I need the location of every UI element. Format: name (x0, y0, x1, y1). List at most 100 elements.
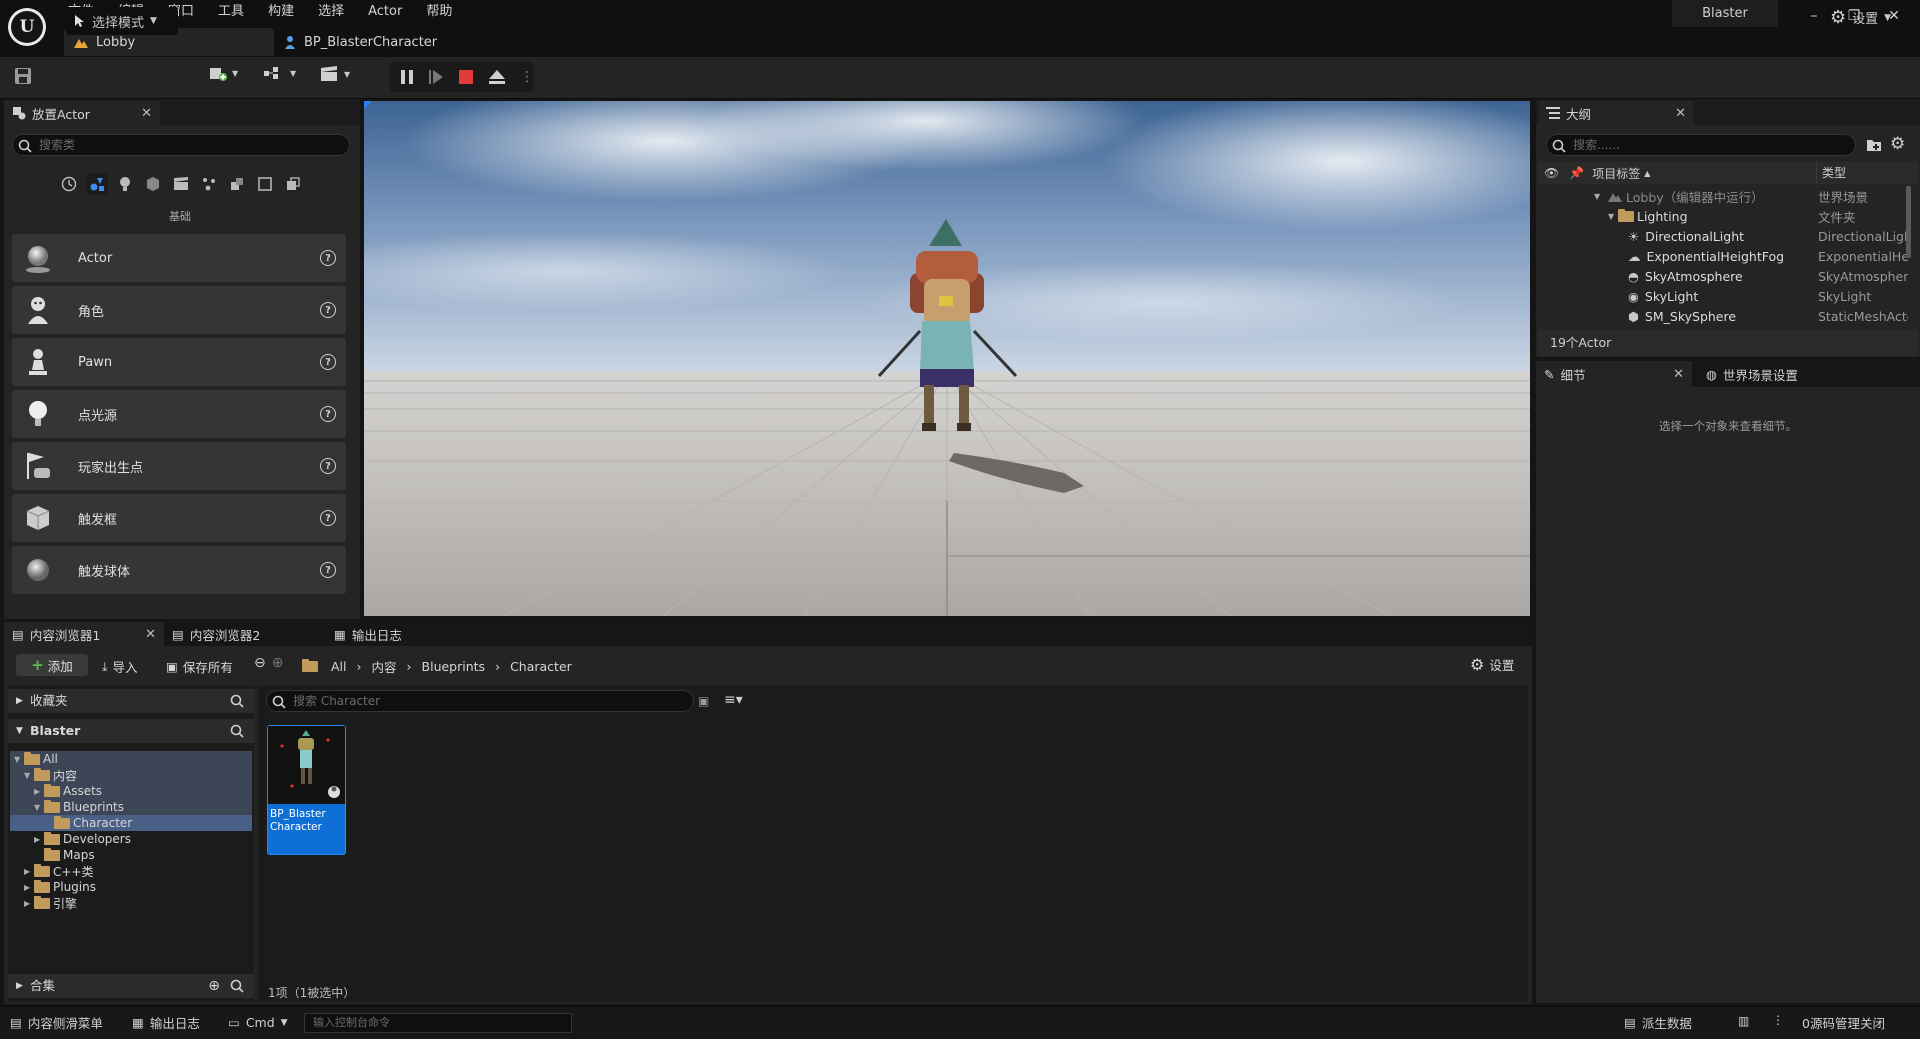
outliner-row-fog[interactable]: ☁ ExponentialHeightFog ExponentialHeight… (1538, 246, 1908, 266)
tree-item-engine[interactable]: ▶ 引擎 (10, 895, 252, 911)
help-icon[interactable]: ? (320, 510, 336, 526)
help-icon[interactable]: ? (320, 562, 336, 578)
level-viewport[interactable] (364, 101, 1530, 616)
tab-place-actors[interactable]: 放置Actor ✕ (4, 101, 160, 125)
tab-bp-blastercharacter[interactable]: BP_BlasterCharacter (274, 28, 484, 56)
save-search-icon[interactable]: ▣ (698, 694, 709, 708)
tree-item-cpp[interactable]: ▶ C++类 (10, 863, 252, 879)
tree-item-assets[interactable]: ▶ Assets (10, 783, 252, 799)
tab-world-settings[interactable]: ◍ 世界场景设置 (1698, 362, 1806, 386)
geometry-icon[interactable] (226, 173, 248, 195)
outliner-search-input[interactable]: 搜索...... (1546, 134, 1856, 156)
help-icon[interactable]: ? (320, 406, 336, 422)
tree-item-plugins[interactable]: ▶ Plugins (10, 879, 252, 895)
derived-data-button[interactable]: ▤ 派生数据 (1624, 1006, 1692, 1039)
save-icon[interactable] (14, 67, 32, 85)
more-options-icon[interactable]: ⋮ (1772, 1013, 1784, 1027)
blueprint-menu-button[interactable]: ▼ (264, 66, 296, 80)
tree-item-maps[interactable]: Maps (10, 847, 252, 863)
step-icon[interactable] (428, 69, 444, 85)
place-item-character[interactable]: 角色 ? (12, 286, 346, 334)
source-control-button[interactable]: 0源码管理关闭 (1802, 1006, 1885, 1039)
menu-build[interactable]: 构建 (256, 0, 306, 24)
help-icon[interactable]: ? (320, 354, 336, 370)
settings-button[interactable]: ⚙ 设置 ▼ (1830, 7, 1891, 28)
tree-item-developers[interactable]: ▶ Developers (10, 831, 252, 847)
menu-tools[interactable]: 工具 (206, 0, 256, 24)
outliner-row-lighting[interactable]: ▼ Lighting 文件夹 (1538, 206, 1908, 226)
tree-item-content[interactable]: ▼ 内容 (10, 767, 252, 783)
outliner-row-skysphere[interactable]: ⬢ SM_SkySphere StaticMeshActor (1538, 306, 1908, 326)
project-header[interactable]: ▼ Blaster (8, 719, 254, 743)
visual-effects-icon[interactable] (198, 173, 220, 195)
help-icon[interactable]: ? (320, 250, 336, 266)
console-command-input[interactable]: 输入控制台命令 (304, 1013, 572, 1033)
outliner-row-lobby[interactable]: ▼ Lobby（编辑器中运行） 世界场景 (1538, 186, 1908, 206)
place-item-actor[interactable]: Actor ? (12, 234, 346, 282)
eject-icon[interactable] (488, 69, 506, 85)
favorites-header[interactable]: ▶ 收藏夹 (8, 689, 254, 713)
cb-settings-button[interactable]: ⚙ 设置 (1470, 655, 1514, 674)
trace-icon[interactable]: ▥ (1738, 1014, 1749, 1028)
content-drawer-button[interactable]: ▤ 内容侧滑菜单 (10, 1006, 103, 1039)
place-item-player-start[interactable]: 玩家出生点 ? (12, 442, 346, 490)
shapes-icon[interactable] (142, 173, 164, 195)
back-icon[interactable]: ⊖ (254, 655, 266, 671)
asset-search-input[interactable]: 搜索 Character (266, 690, 694, 712)
lights-icon[interactable] (114, 173, 136, 195)
more-options-icon[interactable]: ⋮ (520, 69, 534, 85)
outliner-row-skyatmosphere[interactable]: ◓ SkyAtmosphere SkyAtmosphere (1538, 266, 1908, 286)
chevron-right-icon[interactable]: › (357, 659, 362, 674)
visibility-icon[interactable]: 👁 (1544, 166, 1559, 180)
pause-icon[interactable] (400, 69, 414, 85)
tab-output-log[interactable]: ▦ 输出日志 (326, 622, 410, 646)
select-mode-dropdown[interactable]: 选择模式 ▼ (66, 7, 178, 35)
place-item-trigger-sphere[interactable]: 触发球体 ? (12, 546, 346, 594)
basic-category-icon[interactable] (86, 173, 108, 195)
menu-help[interactable]: 帮助 (414, 0, 464, 24)
unreal-logo-icon[interactable]: U (8, 8, 46, 46)
tab-content-browser-1[interactable]: ▤ 内容浏览器1 ✕ (4, 622, 164, 646)
filter-icon[interactable]: ≡▾ (724, 692, 743, 708)
tab-content-browser-2[interactable]: ▤ 内容浏览器2 (164, 622, 324, 646)
new-folder-icon[interactable] (1866, 138, 1882, 152)
add-button[interactable]: + 添加 (16, 654, 88, 676)
close-icon[interactable]: ✕ (145, 627, 156, 642)
all-classes-icon[interactable] (282, 173, 304, 195)
add-content-button[interactable]: ▼ (208, 64, 238, 82)
add-collection-icon[interactable]: ⊕ (208, 974, 220, 998)
close-icon[interactable]: ✕ (141, 106, 152, 121)
column-type[interactable]: 类型 (1816, 162, 1918, 184)
cmd-dropdown[interactable]: ▭ Cmd ▼ (228, 1006, 288, 1039)
breadcrumb-all[interactable]: All (331, 659, 347, 674)
gear-icon[interactable]: ⚙ (1890, 134, 1905, 154)
column-label[interactable]: 项目标签 (1592, 165, 1640, 182)
recent-icon[interactable] (58, 173, 80, 195)
search-icon[interactable] (230, 694, 244, 708)
import-button[interactable]: ⤓ 导入 (102, 657, 138, 676)
tab-outliner[interactable]: 大纲 ✕ (1538, 101, 1694, 125)
place-actors-search-input[interactable]: 搜索类 (12, 134, 350, 156)
forward-icon[interactable]: ⊕ (272, 655, 284, 671)
save-all-button[interactable]: ▣ 保存所有 (166, 657, 233, 676)
close-icon[interactable]: ✕ (1673, 367, 1684, 382)
close-icon[interactable]: ✕ (1675, 106, 1686, 121)
cinematic-icon[interactable] (170, 173, 192, 195)
menu-actor[interactable]: Actor (356, 0, 414, 24)
volumes-icon[interactable] (254, 173, 276, 195)
collections-header[interactable]: ▶ 合集 ⊕ (8, 974, 254, 998)
place-item-pawn[interactable]: Pawn ? (12, 338, 346, 386)
tab-details[interactable]: ✎ 细节 ✕ (1536, 361, 1692, 387)
breadcrumb-blueprints[interactable]: Blueprints (422, 659, 486, 674)
expand-icon[interactable]: ▼ (1594, 192, 1604, 201)
outliner-scrollbar[interactable] (1906, 186, 1911, 258)
place-item-trigger-box[interactable]: 触发框 ? (12, 494, 346, 542)
chevron-right-icon[interactable]: › (407, 659, 412, 674)
expand-icon[interactable]: ▼ (1608, 212, 1618, 221)
pin-icon[interactable]: 📌 (1569, 166, 1584, 180)
help-icon[interactable]: ? (320, 302, 336, 318)
cinematics-button[interactable]: ▼ (320, 66, 350, 82)
breadcrumb-content[interactable]: 内容 (372, 657, 397, 676)
help-icon[interactable]: ? (320, 458, 336, 474)
search-icon[interactable] (230, 979, 244, 993)
